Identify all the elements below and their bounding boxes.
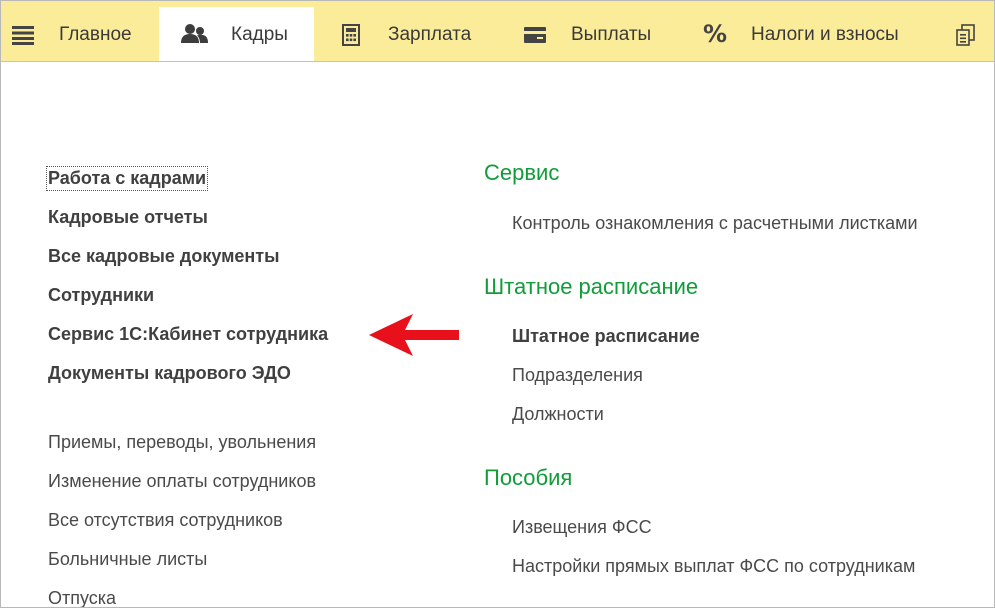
- red-arrow-annotation: [369, 314, 459, 356]
- link-pay-changes[interactable]: Изменение оплаты сотрудников: [48, 471, 316, 492]
- tab-more[interactable]: [946, 7, 991, 61]
- link-vacations[interactable]: Отпуска: [48, 588, 116, 607]
- tab-salary-label: Зарплата: [388, 24, 472, 45]
- people-icon: [181, 23, 209, 50]
- documents-icon: [956, 24, 976, 51]
- percent-icon: %: [703, 20, 728, 48]
- app-window: Главное Кадры Зарплата Выплаты % Налоги …: [0, 0, 995, 608]
- section-title-service: Сервис: [484, 160, 560, 185]
- calculator-icon: [342, 24, 360, 51]
- menu-icon: [12, 25, 34, 50]
- link-employee-cabinet-service[interactable]: Сервис 1С:Кабинет сотрудника: [48, 324, 328, 345]
- section-title-benefits: Пособия: [484, 465, 573, 490]
- link-positions[interactable]: Должности: [512, 404, 604, 425]
- link-departments[interactable]: Подразделения: [512, 365, 643, 386]
- tab-salary[interactable]: Зарплата: [331, 7, 491, 61]
- link-all-absences[interactable]: Все отсутствия сотрудников: [48, 510, 283, 531]
- link-fss-direct-payment-settings[interactable]: Настройки прямых выплат ФСС по сотрудник…: [512, 556, 915, 577]
- link-sick-leaves[interactable]: Больничные листы: [48, 549, 207, 570]
- link-payslip-acknowledgement[interactable]: Контроль ознакомления с расчетными листк…: [512, 213, 918, 234]
- tab-taxes-label: Налоги и взносы: [751, 24, 899, 45]
- tab-personnel-label: Кадры: [231, 24, 288, 45]
- tab-payments-label: Выплаты: [571, 24, 652, 45]
- tab-main-label: Главное: [59, 24, 132, 45]
- link-personnel-work[interactable]: Работа с кадрами: [45, 166, 209, 191]
- tab-personnel[interactable]: Кадры: [159, 7, 314, 61]
- link-all-personnel-documents[interactable]: Все кадровые документы: [48, 246, 280, 267]
- section-panel: Главное Кадры Зарплата Выплаты % Налоги …: [1, 1, 994, 62]
- link-personnel-reports[interactable]: Кадровые отчеты: [48, 207, 208, 228]
- card-icon: [524, 27, 546, 48]
- link-staffing-table[interactable]: Штатное расписание: [512, 326, 700, 347]
- tab-payments[interactable]: Выплаты: [509, 7, 669, 61]
- link-hirings-transfers[interactable]: Приемы, переводы, увольнения: [48, 432, 316, 453]
- tab-main[interactable]: Главное: [1, 7, 151, 61]
- link-employees[interactable]: Сотрудники: [48, 285, 154, 306]
- link-fss-notices[interactable]: Извещения ФСС: [512, 517, 652, 538]
- tab-taxes[interactable]: % Налоги и взносы: [691, 7, 931, 61]
- link-personnel-edo-documents[interactable]: Документы кадрового ЭДО: [48, 363, 291, 384]
- section-title-staffing: Штатное расписание: [484, 274, 699, 299]
